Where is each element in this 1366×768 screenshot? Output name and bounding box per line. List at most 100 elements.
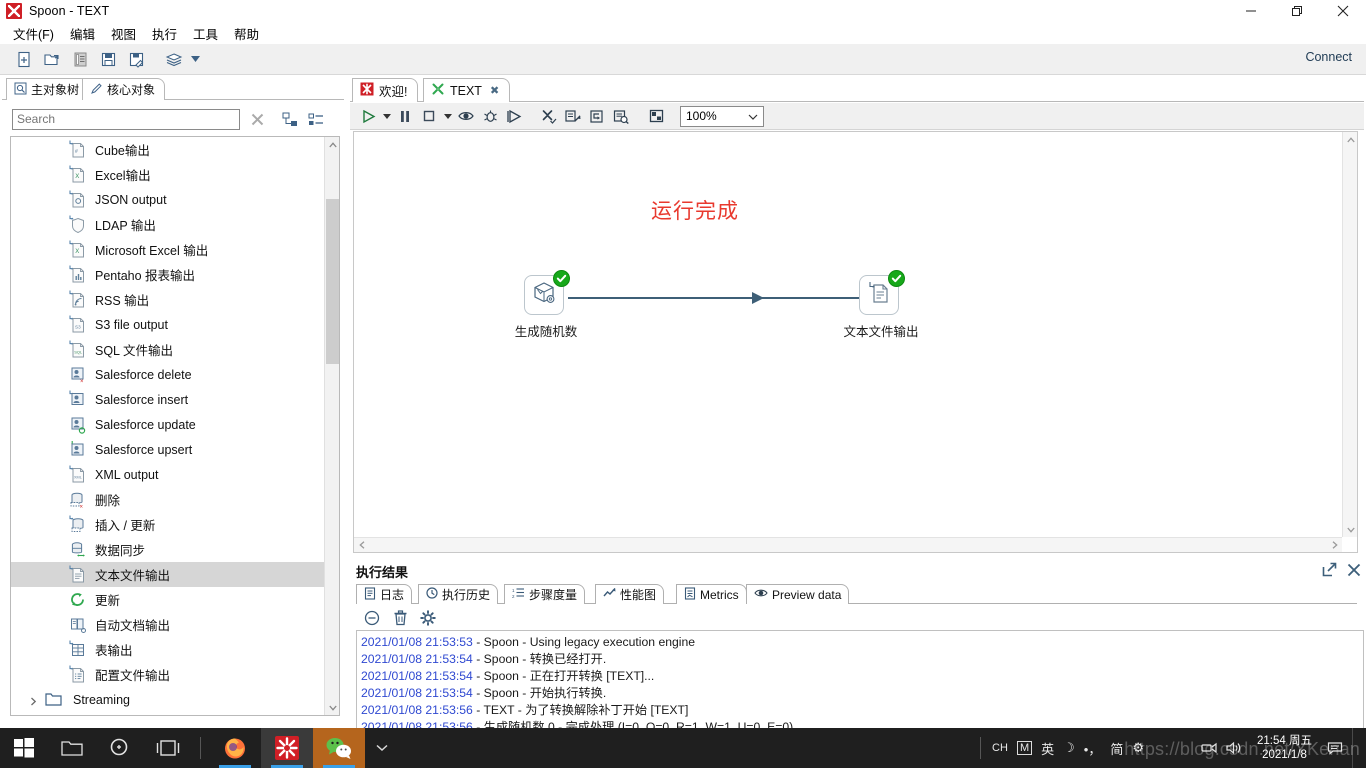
tree-step-row[interactable]: 自动文档输出 (11, 612, 324, 637)
tab-performance-graph[interactable]: 性能图 (595, 584, 665, 604)
tab-log[interactable]: 日志 (356, 584, 413, 604)
spoon-taskbar-icon[interactable] (261, 728, 313, 768)
expand-all-icon[interactable] (280, 109, 300, 129)
show-last-preview-icon[interactable] (609, 104, 633, 128)
repository-layers-icon[interactable] (160, 46, 188, 72)
analyze-impact-icon[interactable] (561, 104, 585, 128)
log-settings-icon[interactable] (418, 608, 438, 628)
tree-step-row[interactable]: SQL SQL 文件输出 (11, 337, 324, 362)
file-explorer-icon[interactable] (48, 728, 96, 768)
ime-language-indicator[interactable]: 英 (1041, 739, 1054, 758)
hop-line[interactable] (568, 297, 878, 299)
tree-scroll-down-icon[interactable] (325, 700, 339, 715)
save-as-icon[interactable] (122, 46, 150, 72)
chevron-right-icon[interactable] (29, 695, 38, 706)
search-circle-icon[interactable] (96, 728, 144, 768)
tree-step-row[interactable]: # Cube输出 (11, 137, 324, 162)
tree-step-row[interactable]: Salesforce insert (11, 387, 324, 412)
menu-view[interactable]: 视图 (103, 22, 144, 45)
tree-step-row[interactable]: X Microsoft Excel 输出 (11, 237, 324, 262)
tree-folder-row[interactable]: Streaming (11, 687, 324, 712)
stop-icon[interactable] (417, 104, 441, 128)
tree-scroll-up-icon[interactable] (325, 137, 339, 152)
menu-tools[interactable]: 工具 (185, 22, 226, 45)
tab-core-objects[interactable]: 核心对象 (82, 78, 166, 100)
task-view-icon[interactable] (144, 728, 192, 768)
connect-button[interactable]: Connect (1305, 50, 1352, 64)
debug-icon[interactable] (478, 104, 502, 128)
get-sql-icon[interactable] (585, 104, 609, 128)
tree-step-row[interactable]: 文本文件输出 (11, 562, 324, 587)
run-icon[interactable] (356, 104, 380, 128)
tree-step-row[interactable]: Salesforce upsert (11, 437, 324, 462)
canvas-horizontal-scrollbar[interactable] (354, 537, 1342, 552)
menu-edit[interactable]: 编辑 (62, 22, 103, 45)
step-node-generate-random-value[interactable]: 生成随机数 (515, 270, 577, 339)
ime-mode-indicator[interactable]: CH (992, 742, 1008, 754)
show-hidden-icons-caret[interactable] (365, 728, 399, 768)
tree-step-row[interactable]: 插入 / 更新 (11, 512, 324, 537)
tree-step-row[interactable]: Salesforce update (11, 412, 324, 437)
tree-scroll-thumb[interactable] (326, 199, 339, 364)
tree-folder-row[interactable]: 转换 (11, 712, 324, 715)
tree-step-row[interactable]: Pentaho 报表输出 (11, 262, 324, 287)
tree-step-row[interactable]: S3 S3 file output (11, 312, 324, 337)
tree-step-row[interactable]: × 删除 (11, 487, 324, 512)
pause-icon[interactable] (393, 104, 417, 128)
tab-execution-history[interactable]: 执行历史 (418, 584, 499, 604)
ime-simplified-indicator[interactable]: 简 (1110, 739, 1123, 758)
run-options-caret-icon[interactable] (380, 104, 393, 128)
tree-step-row[interactable]: 更新 (11, 587, 324, 612)
volume-icon[interactable] (1226, 741, 1242, 755)
tab-text-close-icon[interactable]: ✖ (490, 84, 499, 97)
replay-icon[interactable] (502, 104, 526, 128)
ime-m-indicator[interactable]: M (1016, 741, 1033, 755)
detach-panel-icon[interactable] (1321, 561, 1338, 578)
collapse-all-icon[interactable] (306, 109, 326, 129)
show-grid-icon[interactable] (644, 104, 668, 128)
explore-repository-icon[interactable] (66, 46, 94, 72)
menu-file[interactable]: 文件(F) (5, 22, 62, 45)
network-icon[interactable] (1201, 741, 1217, 755)
tree-vertical-scrollbar[interactable] (324, 137, 339, 715)
tree-step-row[interactable]: X Excel输出 (11, 162, 324, 187)
stop-options-caret-icon[interactable] (441, 104, 454, 128)
core-objects-tree[interactable]: # Cube输出 X Excel输出 JSON output LDAP 输出 X Micros… (10, 136, 340, 716)
delete-log-icon[interactable] (390, 608, 410, 628)
clear-log-icon[interactable] (362, 608, 382, 628)
canvas-scroll-left-icon[interactable] (354, 538, 369, 553)
show-desktop-button[interactable] (1352, 728, 1360, 768)
tab-main-object-tree[interactable]: 主对象树 (6, 78, 90, 100)
clear-x-icon[interactable] (244, 108, 270, 130)
ime-punctuation-icon[interactable]: •， (1084, 739, 1102, 758)
tree-step-row[interactable]: JSON output (11, 187, 324, 212)
canvas-scroll-up-icon[interactable] (1343, 132, 1357, 147)
close-button[interactable] (1320, 0, 1366, 22)
tree-step-row[interactable]: 数据同步 (11, 537, 324, 562)
taskbar-clock[interactable]: 21:54 周五 2021/1/8 (1251, 734, 1318, 762)
repository-caret-icon[interactable] (188, 46, 202, 72)
tab-preview-data[interactable]: Preview data (746, 584, 850, 604)
menu-run[interactable]: 执行 (144, 22, 185, 45)
ime-settings-icon[interactable]: ⚙ (1132, 740, 1144, 756)
tab-welcome[interactable]: 欢迎! (352, 78, 419, 102)
search-input[interactable] (12, 108, 240, 130)
tab-metrics[interactable]: Metrics (676, 584, 747, 604)
new-file-icon[interactable] (10, 46, 38, 72)
open-file-icon[interactable] (38, 46, 66, 72)
tree-step-row[interactable]: × Salesforce delete (11, 362, 324, 387)
windows-start-icon[interactable] (0, 728, 48, 768)
close-panel-icon[interactable] (1345, 561, 1362, 578)
tree-step-row[interactable]: RSS 输出 (11, 287, 324, 312)
tree-step-row[interactable]: LDAP 输出 (11, 212, 324, 237)
preview-icon[interactable] (454, 104, 478, 128)
save-icon[interactable] (94, 46, 122, 72)
firefox-icon[interactable] (209, 728, 261, 768)
maximize-button[interactable] (1274, 0, 1320, 22)
tree-step-row[interactable]: XML XML output (11, 462, 324, 487)
step-node-text-file-output[interactable]: 文本文件输出 (843, 270, 919, 339)
canvas-scroll-down-icon[interactable] (1343, 522, 1357, 537)
notifications-icon[interactable] (1327, 741, 1343, 755)
transformation-canvas[interactable]: 运行完成 生成随机数 文本文件输出 (353, 131, 1358, 553)
tree-step-row[interactable]: 配置文件输出 (11, 662, 324, 687)
